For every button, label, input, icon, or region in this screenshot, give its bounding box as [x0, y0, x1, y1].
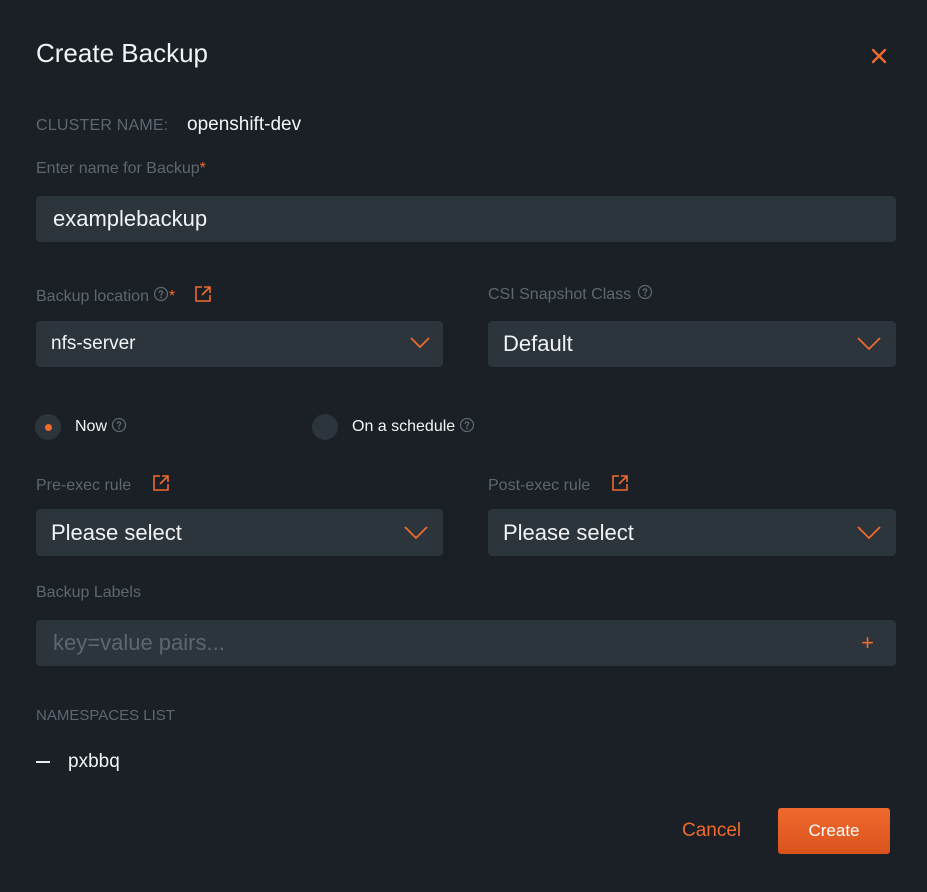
pre-exec-rule-select[interactable]: Please select	[36, 509, 443, 556]
backup-location-value: nfs-server	[51, 333, 136, 354]
pre-exec-value: Please select	[51, 519, 182, 545]
post-exec-value: Please select	[503, 519, 634, 545]
backup-name-value: examplebackup	[53, 206, 208, 231]
pre-exec-rule-label: Pre-exec rule	[36, 473, 171, 498]
backup-location-label-text: Backup location	[36, 287, 149, 305]
create-button[interactable]: Create	[778, 808, 890, 854]
chevron-down-icon	[857, 520, 881, 546]
csi-snapshot-select[interactable]: Default	[488, 321, 896, 367]
external-link-icon[interactable]	[193, 284, 213, 309]
namespace-name: pxbbq	[68, 751, 120, 772]
backup-name-label: Enter name for Backup*	[36, 160, 206, 178]
required-mark: *	[168, 287, 176, 305]
chevron-down-icon	[410, 333, 430, 355]
help-circle-icon[interactable]	[637, 284, 653, 305]
help-circle-icon[interactable]	[111, 417, 127, 438]
csi-snapshot-label-text: CSI Snapshot Class	[488, 285, 632, 303]
chevron-down-icon	[857, 331, 881, 357]
create-backup-dialog: Create Backup CLUSTER NAME: openshift-de…	[0, 0, 927, 892]
help-circle-icon[interactable]	[153, 286, 169, 307]
backup-location-select[interactable]: nfs-server	[36, 321, 443, 367]
cluster-name-label: CLUSTER NAME:	[36, 117, 169, 134]
post-exec-label-text: Post-exec rule	[488, 476, 591, 494]
backup-labels-input[interactable]: key=value pairs... +	[36, 620, 896, 666]
pre-exec-label-text: Pre-exec rule	[36, 476, 132, 494]
backup-name-label-text: Enter name for Backup	[36, 160, 200, 177]
csi-snapshot-label: CSI Snapshot Class	[488, 284, 653, 305]
radio-button-selected[interactable]	[35, 414, 61, 440]
help-circle-icon[interactable]	[459, 417, 475, 438]
namespace-item: pxbbq	[36, 751, 120, 773]
post-exec-rule-label: Post-exec rule	[488, 473, 630, 498]
chevron-down-icon	[404, 520, 428, 546]
plus-icon[interactable]: +	[861, 632, 874, 654]
backup-name-input[interactable]: examplebackup	[36, 196, 896, 242]
radio-on-a-schedule[interactable]: On a schedule	[312, 414, 475, 440]
radio-button-unselected[interactable]	[312, 414, 338, 440]
external-link-icon[interactable]	[151, 473, 171, 498]
namespaces-list-label: NAMESPACES LIST	[36, 707, 175, 721]
radio-now[interactable]: Now	[35, 414, 127, 440]
required-mark: *	[199, 160, 206, 177]
cancel-button[interactable]: Cancel	[682, 820, 741, 842]
csi-snapshot-value: Default	[503, 331, 573, 356]
radio-now-label: Now	[75, 418, 108, 435]
backup-location-label: Backup location *	[36, 284, 213, 309]
post-exec-rule-select[interactable]: Please select	[488, 509, 896, 556]
backup-labels-label: Backup Labels	[36, 584, 141, 601]
external-link-icon[interactable]	[610, 473, 630, 498]
cluster-name-value: openshift-dev	[187, 114, 302, 135]
backup-labels-placeholder: key=value pairs...	[53, 630, 225, 655]
radio-schedule-label: On a schedule	[352, 418, 456, 435]
create-button-label: Create	[808, 821, 860, 840]
dash-icon	[36, 761, 50, 763]
close-icon[interactable]	[864, 40, 894, 70]
dialog-title: Create Backup	[36, 38, 208, 68]
